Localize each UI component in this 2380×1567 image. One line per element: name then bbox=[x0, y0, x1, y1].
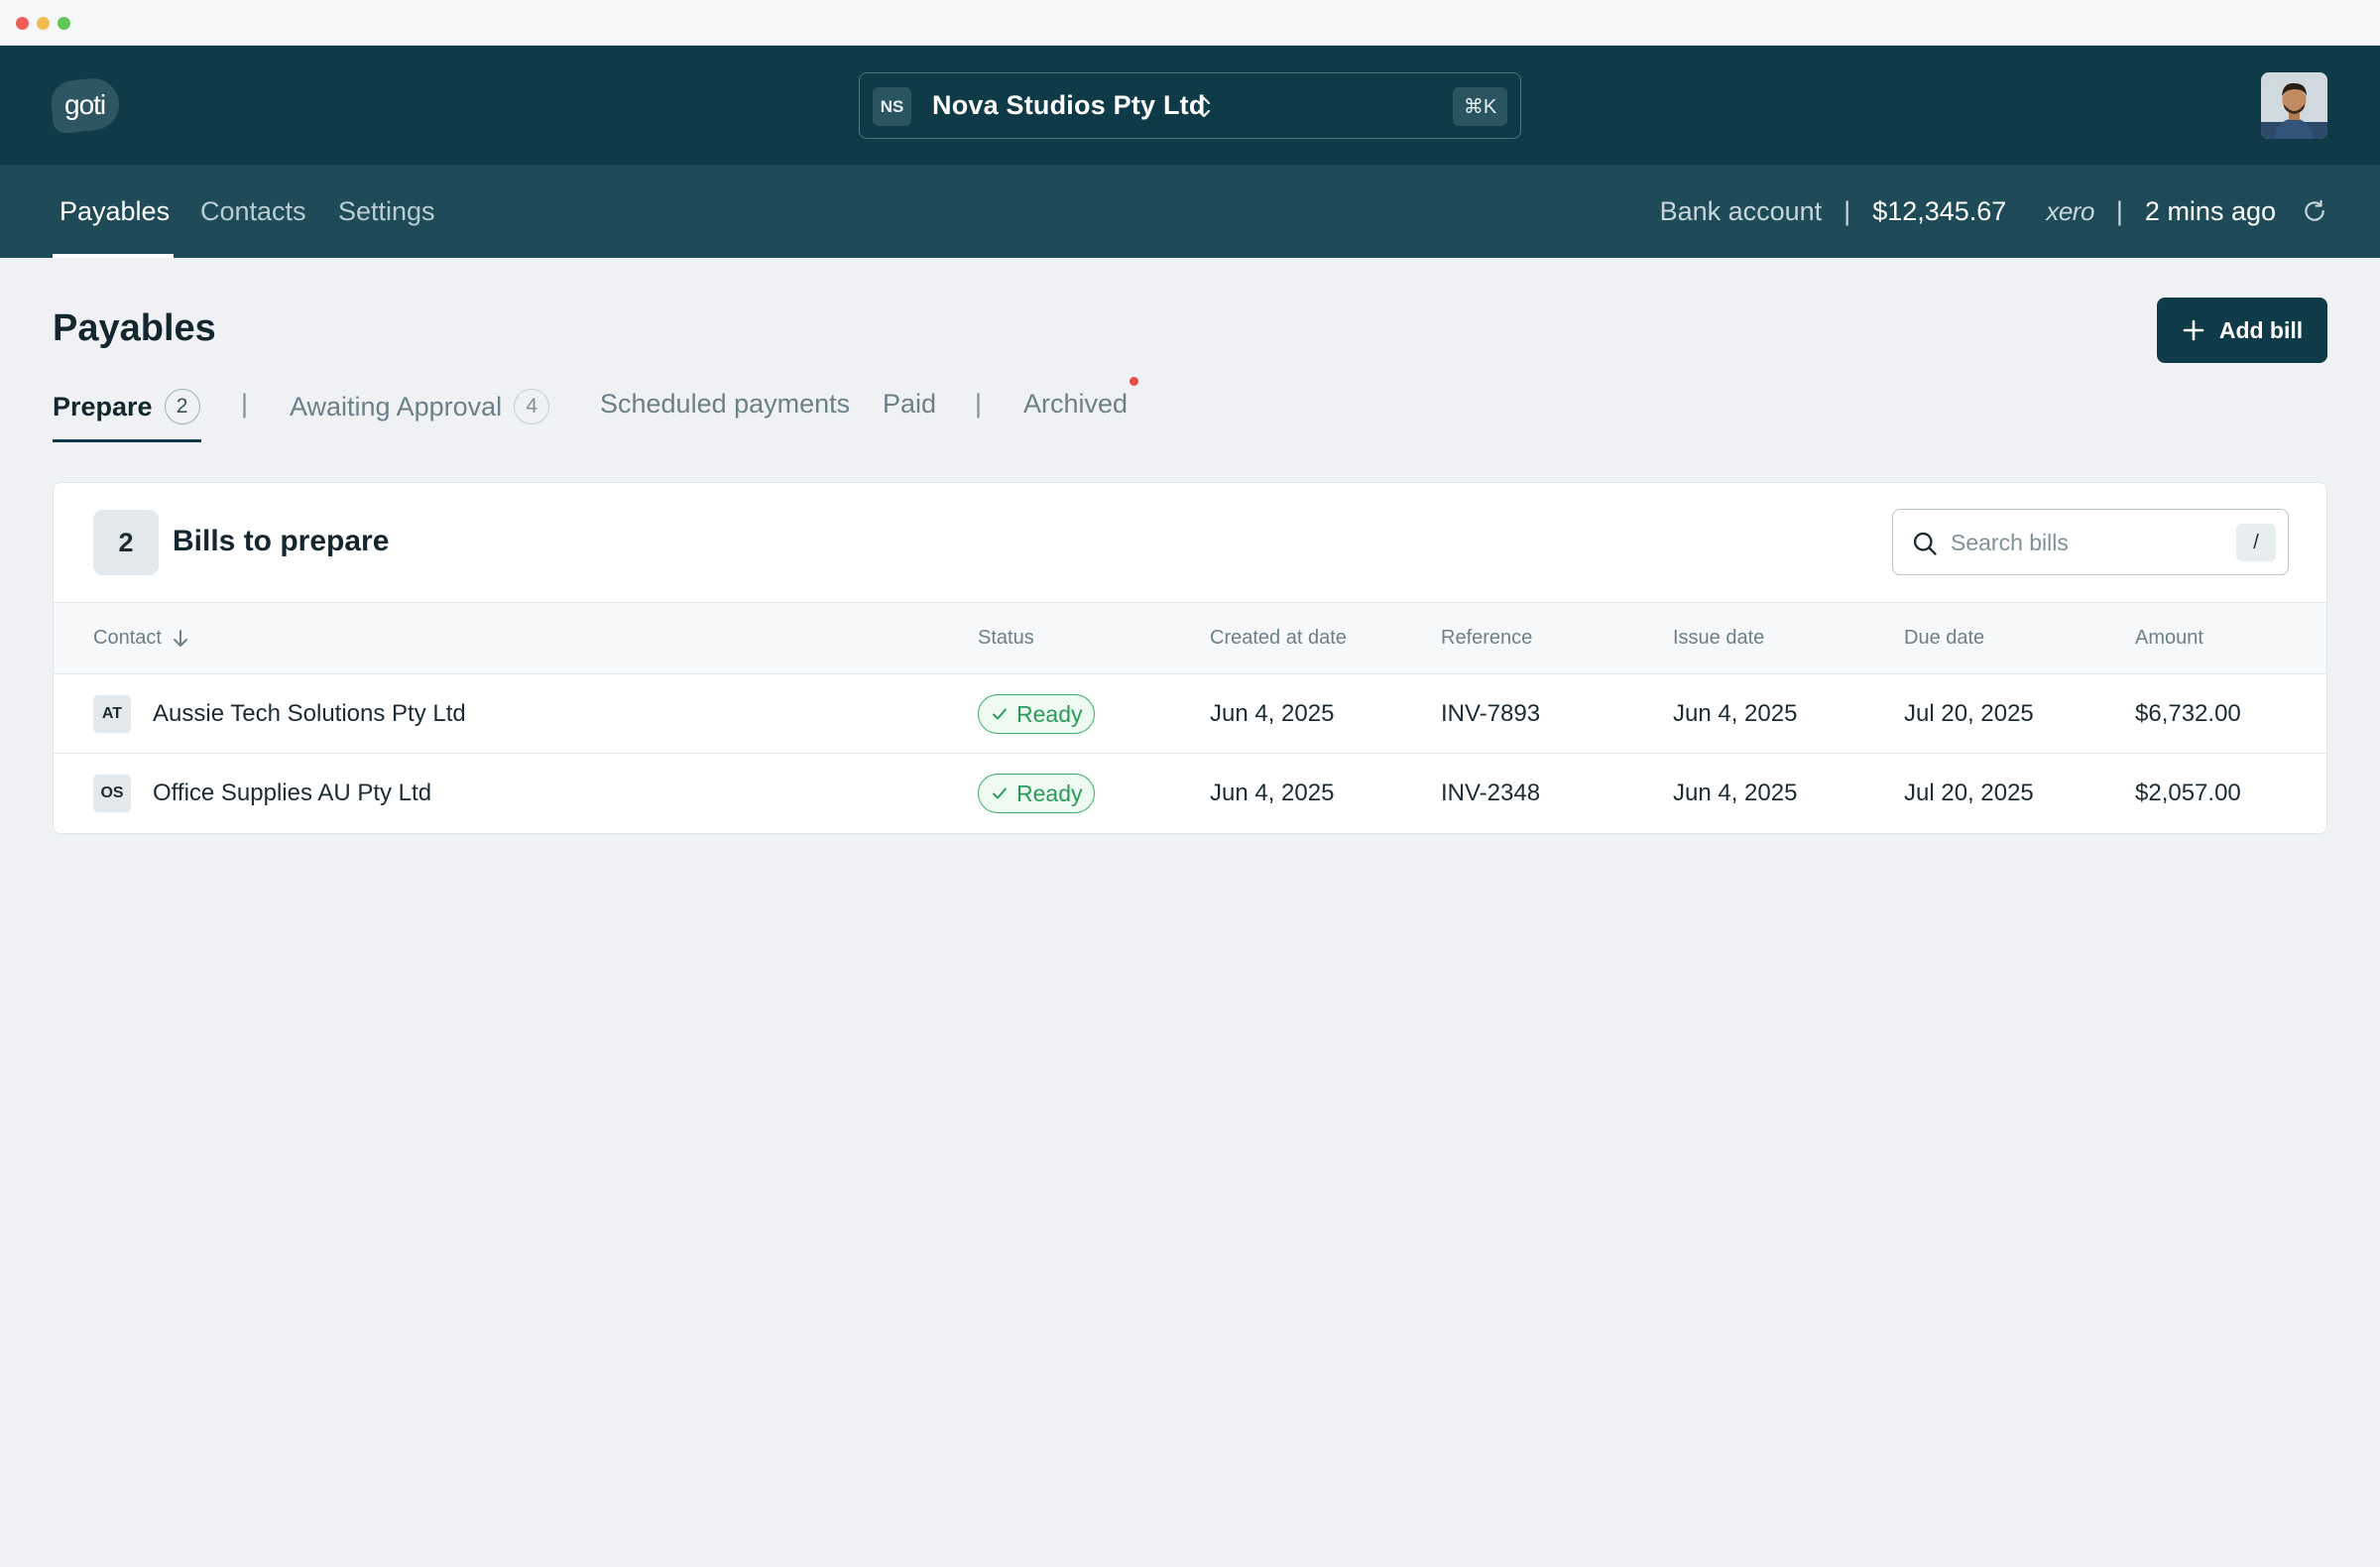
organization-switcher[interactable]: NS Nova Studios Pty Ltd ⌘K bbox=[859, 72, 1521, 139]
column-header-label: Contact bbox=[93, 627, 162, 649]
close-window-button[interactable] bbox=[16, 17, 29, 30]
created-date: Jun 4, 2025 bbox=[1210, 700, 1335, 727]
separator: | bbox=[2115, 195, 2123, 226]
top-bar: goti NS Nova Studios Pty Ltd ⌘K bbox=[0, 46, 2380, 165]
plus-icon bbox=[2183, 319, 2204, 341]
nav-tab-contacts[interactable]: Contacts bbox=[200, 196, 306, 227]
xero-logo: xero bbox=[2046, 195, 2094, 226]
tab-archived-label: Archived bbox=[1023, 389, 1129, 419]
user-avatar-image bbox=[2261, 72, 2327, 139]
status-badge: Ready bbox=[978, 774, 1096, 813]
column-header-reference[interactable]: Reference bbox=[1441, 627, 1532, 650]
table-row[interactable]: OS Office Supplies AU Pty Ltd Ready Jun … bbox=[54, 754, 2326, 833]
reference: INV-7893 bbox=[1441, 700, 1541, 727]
search-bills-field[interactable]: / bbox=[1892, 509, 2289, 575]
minimize-window-button[interactable] bbox=[37, 17, 50, 30]
contact-name: Office Supplies AU Pty Ltd bbox=[153, 780, 432, 806]
tab-separator: | bbox=[241, 389, 249, 419]
tab-scheduled-payments-label: Scheduled payments bbox=[600, 389, 851, 419]
nav-tab-payables[interactable]: Payables bbox=[60, 196, 170, 227]
bills-count-badge: 2 bbox=[93, 510, 159, 575]
active-tab-indicator bbox=[53, 439, 201, 442]
page-title: Payables bbox=[53, 307, 216, 349]
add-bill-button[interactable]: Add bill bbox=[2157, 298, 2327, 363]
tab-awaiting-approval-count: 4 bbox=[514, 389, 550, 424]
column-header-contact[interactable]: Contact bbox=[93, 627, 189, 650]
bills-panel: 2 Bills to prepare / Contact Status Crea… bbox=[53, 482, 2327, 834]
table-header: Contact Status Created at date Reference… bbox=[54, 602, 2326, 674]
due-date: Jul 20, 2025 bbox=[1904, 700, 2034, 727]
org-initials-badge: NS bbox=[873, 87, 911, 126]
org-name: Nova Studios Pty Ltd bbox=[932, 90, 1206, 120]
add-bill-label: Add bill bbox=[2218, 316, 2304, 343]
tab-awaiting-approval-label: Awaiting Approval bbox=[290, 391, 503, 422]
tab-paid-label: Paid bbox=[883, 389, 937, 419]
bank-account-label[interactable]: Bank account bbox=[1660, 196, 1823, 227]
search-icon bbox=[1913, 532, 1937, 555]
maximize-window-button[interactable] bbox=[58, 17, 70, 30]
column-header-amount[interactable]: Amount bbox=[2135, 627, 2203, 650]
bank-sync-status: Bank account | $12,345.67 xero | 2 mins … bbox=[1660, 194, 2327, 228]
tab-prepare-label: Prepare bbox=[53, 391, 153, 422]
tab-scheduled-payments[interactable]: Scheduled payments bbox=[600, 389, 850, 420]
nav-tab-settings[interactable]: Settings bbox=[338, 196, 435, 227]
sub-navigation: Payables Contacts Settings Bank account … bbox=[0, 165, 2380, 258]
app-logo[interactable]: goti bbox=[49, 75, 122, 135]
user-avatar[interactable] bbox=[2261, 72, 2327, 139]
status-label: Ready bbox=[1016, 700, 1083, 727]
amount: $2,057.00 bbox=[2135, 780, 2241, 806]
status-label: Ready bbox=[1016, 780, 1083, 806]
amount: $6,732.00 bbox=[2135, 700, 2241, 727]
active-nav-indicator bbox=[53, 254, 174, 258]
column-header-status[interactable]: Status bbox=[978, 627, 1034, 650]
refresh-icon[interactable] bbox=[2302, 198, 2327, 224]
panel-header: 2 Bills to prepare / bbox=[54, 483, 2326, 602]
tab-separator: | bbox=[975, 389, 983, 419]
check-icon bbox=[993, 708, 1007, 720]
search-input[interactable] bbox=[1951, 524, 2208, 561]
last-synced-time: 2 mins ago bbox=[2144, 195, 2276, 226]
window-titlebar bbox=[0, 0, 2380, 46]
contact-name: Aussie Tech Solutions Pty Ltd bbox=[153, 700, 466, 727]
bank-balance: $12,345.67 bbox=[1872, 195, 2007, 226]
command-k-shortcut: ⌘K bbox=[1453, 87, 1507, 126]
tab-archived[interactable]: Archived bbox=[1023, 389, 1128, 420]
due-date: Jul 20, 2025 bbox=[1904, 780, 2034, 806]
logo-text: goti bbox=[64, 89, 106, 120]
issue-date: Jun 4, 2025 bbox=[1673, 700, 1798, 727]
separator: | bbox=[1844, 195, 1851, 226]
column-header-created[interactable]: Created at date bbox=[1210, 627, 1347, 650]
contact-initials: OS bbox=[93, 775, 131, 812]
check-icon bbox=[993, 787, 1007, 799]
reference: INV-2348 bbox=[1441, 780, 1541, 806]
chevron-up-down-icon bbox=[1197, 96, 1211, 118]
sort-descending-icon bbox=[173, 629, 187, 647]
search-shortcut: / bbox=[2236, 524, 2276, 561]
tab-awaiting-approval[interactable]: Awaiting Approval 4 bbox=[290, 389, 550, 424]
contact-initials: AT bbox=[93, 695, 131, 733]
column-header-due-date[interactable]: Due date bbox=[1904, 627, 1984, 650]
tab-prepare-count: 2 bbox=[164, 389, 200, 424]
status-badge: Ready bbox=[978, 694, 1096, 734]
panel-title: Bills to prepare bbox=[173, 525, 390, 557]
issue-date: Jun 4, 2025 bbox=[1673, 780, 1798, 806]
column-header-issue-date[interactable]: Issue date bbox=[1673, 627, 1764, 650]
created-date: Jun 4, 2025 bbox=[1210, 780, 1335, 806]
tab-paid[interactable]: Paid bbox=[883, 389, 936, 420]
archived-notification-dot bbox=[1130, 377, 1138, 386]
table-row[interactable]: AT Aussie Tech Solutions Pty Ltd Ready J… bbox=[54, 674, 2326, 754]
tab-prepare[interactable]: Prepare 2 bbox=[53, 389, 200, 424]
